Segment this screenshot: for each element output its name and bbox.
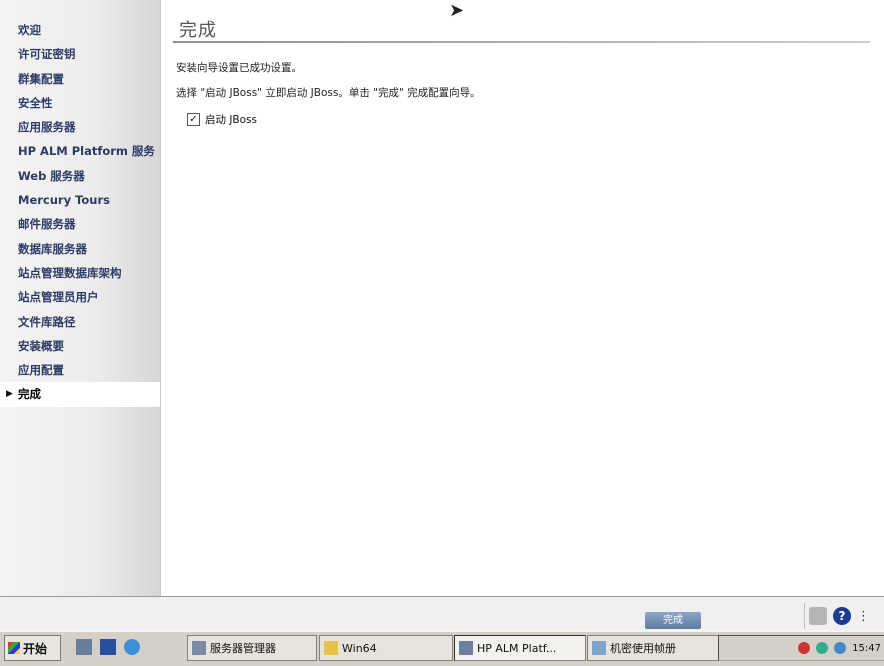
step-license-key[interactable]: 许可证密钥 xyxy=(0,42,160,66)
step-label: 欢迎 xyxy=(18,23,41,37)
task-label: 服务器管理器 xyxy=(210,642,276,655)
step-web-server[interactable]: Web 服务器 xyxy=(0,164,160,188)
powershell-quicklaunch-icon[interactable] xyxy=(100,639,116,655)
wizard-footer: 完成 ? ⋮ xyxy=(0,596,884,631)
step-label: 应用配置 xyxy=(18,363,64,378)
step-site-admin-user[interactable]: 站点管理员用户 xyxy=(0,285,160,309)
server-manager-quicklaunch-icon[interactable] xyxy=(76,639,92,655)
step-label: 数据库服务器 xyxy=(18,241,87,256)
task-label: HP ALM Platf... xyxy=(477,641,557,655)
step-label: Web 服务器 xyxy=(18,168,85,183)
step-label: 应用服务器 xyxy=(18,120,76,135)
windows-logo-icon xyxy=(8,642,20,654)
step-label: 文件库路径 xyxy=(18,314,76,329)
start-button[interactable]: 开始 xyxy=(4,635,61,661)
page-title: 完成 xyxy=(179,20,217,41)
security-icon[interactable] xyxy=(798,642,811,654)
start-jboss-label: 启动 JBoss xyxy=(205,114,258,126)
step-label: 安全性 xyxy=(18,95,53,110)
step-finish[interactable]: ▶ 完成 xyxy=(0,382,160,407)
network-icon[interactable] xyxy=(816,642,829,654)
more-options-icon[interactable]: ⋮ xyxy=(857,609,870,624)
step-repository-path[interactable]: 文件库路径 xyxy=(0,310,160,334)
step-security[interactable]: 安全性 xyxy=(0,91,160,115)
step-mail-server[interactable]: 邮件服务器 xyxy=(0,212,160,236)
server-manager-icon xyxy=(192,641,206,655)
step-label: 站点管理数据库架构 xyxy=(18,265,122,280)
step-welcome[interactable]: 欢迎 xyxy=(0,18,160,42)
task-document[interactable]: 机密使用帧册 xyxy=(587,635,719,661)
task-hp-alm[interactable]: HP ALM Platf... xyxy=(454,635,586,661)
footer-tools: ? ⋮ xyxy=(804,603,884,629)
current-step-arrow-icon: ▶ xyxy=(6,389,13,400)
folder-icon xyxy=(324,641,338,655)
step-app-server[interactable]: 应用服务器 xyxy=(0,115,160,139)
step-label: 站点管理员用户 xyxy=(18,290,99,305)
step-label: 安装概要 xyxy=(18,338,64,353)
task-label: Win64 xyxy=(342,641,377,655)
mouse-pointer-icon: ➤ xyxy=(449,0,465,21)
task-label: 机密使用帧册 xyxy=(610,642,676,655)
system-tray: 15:47 xyxy=(718,635,884,661)
step-db-server[interactable]: 数据库服务器 xyxy=(0,237,160,261)
step-label: 群集配置 xyxy=(18,71,64,86)
instruction-text: 选择 "启动 JBoss" 立即启动 JBoss。单击 "完成" 完成配置向导。 xyxy=(176,87,481,99)
ie-quicklaunch-icon[interactable] xyxy=(124,639,140,655)
start-jboss-checkbox[interactable]: ✓ xyxy=(187,113,200,126)
finish-button[interactable]: 完成 xyxy=(645,612,701,629)
step-label: Mercury Tours xyxy=(18,193,111,208)
document-icon xyxy=(592,641,606,655)
wizard-content: 完成 安装向导设置已成功设置。 选择 "启动 JBoss" 立即启动 JBoss… xyxy=(161,0,884,596)
step-alm-service[interactable]: HP ALM Platform 服务 xyxy=(0,139,160,163)
start-label: 开始 xyxy=(23,641,48,656)
help-icon[interactable]: ? xyxy=(833,607,851,625)
step-install-summary[interactable]: 安装概要 xyxy=(0,334,160,358)
step-site-admin-schema[interactable]: 站点管理数据库架构 xyxy=(0,261,160,285)
windows-taskbar: 开始 服务器管理器 Win64 HP ALM Platf... 机密使用帧册 1… xyxy=(0,630,884,666)
volume-icon[interactable] xyxy=(834,642,847,654)
step-label: 完成 xyxy=(18,387,41,402)
step-label: HP ALM Platform 服务 xyxy=(18,144,155,159)
step-label: 邮件服务器 xyxy=(18,217,76,232)
title-divider xyxy=(173,41,870,43)
start-jboss-option[interactable]: ✓ 启动 JBoss xyxy=(187,112,257,127)
step-cluster-config[interactable]: 群集配置 xyxy=(0,67,160,91)
wizard-sidebar: 欢迎 许可证密钥 群集配置 安全性 应用服务器 HP ALM Platform … xyxy=(0,0,161,596)
task-server-manager[interactable]: 服务器管理器 xyxy=(187,635,317,661)
step-app-config[interactable]: 应用配置 xyxy=(0,358,160,382)
status-message: 安装向导设置已成功设置。 xyxy=(176,62,302,74)
hp-alm-window-icon xyxy=(459,641,473,655)
settings-icon[interactable] xyxy=(809,607,827,625)
step-mercury-tours[interactable]: Mercury Tours xyxy=(0,188,160,212)
task-win64[interactable]: Win64 xyxy=(319,635,453,661)
wizard-steps: 欢迎 许可证密钥 群集配置 安全性 应用服务器 HP ALM Platform … xyxy=(0,0,160,407)
clock[interactable]: 15:47 xyxy=(852,643,881,654)
step-label: 许可证密钥 xyxy=(18,47,76,62)
